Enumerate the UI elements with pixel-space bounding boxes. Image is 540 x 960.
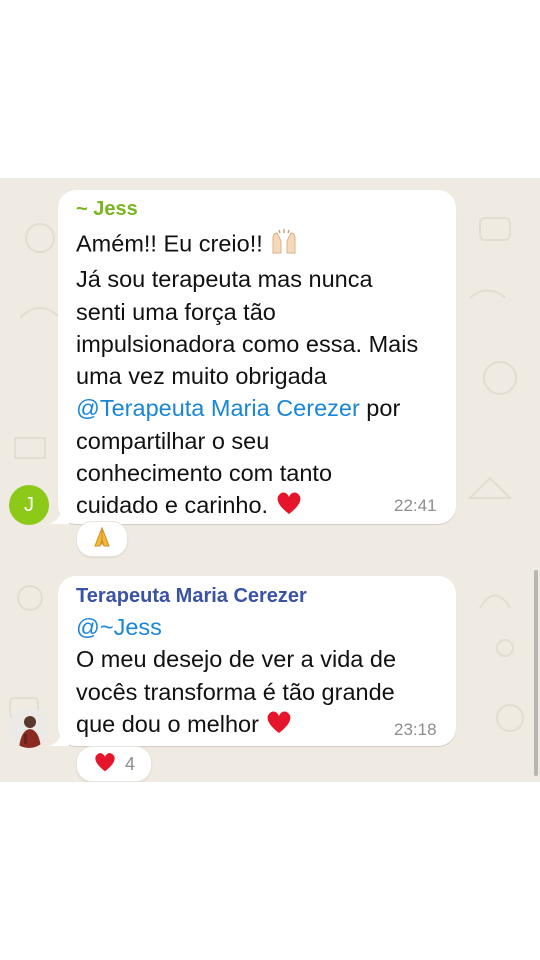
avatar-jess[interactable]: J <box>9 485 49 525</box>
message-time: 22:41 <box>394 496 437 515</box>
mention-link[interactable]: @~Jess <box>76 614 162 640</box>
message-text: @~Jess O meu desejo de ver a vida de voc… <box>76 611 446 743</box>
message-text-part: Já sou terapeuta mas nunca senti uma for… <box>76 266 419 390</box>
raised-hands-icon <box>269 227 299 263</box>
reaction-count: 4 <box>124 753 135 774</box>
scrollbar[interactable] <box>534 570 538 776</box>
avatar-maria[interactable] <box>9 708 49 748</box>
mention-link[interactable]: @Terapeuta Maria Cerezer <box>76 395 360 421</box>
heart-icon <box>275 490 303 524</box>
bubble-tail <box>49 508 69 524</box>
folded-hands-icon <box>90 525 114 554</box>
message-text: Amém!! Eu creio!! Já sou terapeuta mas n… <box>76 227 446 524</box>
reaction-badge[interactable] <box>76 521 128 557</box>
bubble-tail <box>49 730 69 746</box>
sender-name[interactable]: ~ Jess <box>76 198 138 221</box>
avatar-initial: J <box>24 493 34 516</box>
heart-icon <box>265 709 293 743</box>
reaction-badge[interactable]: 4 <box>76 746 152 782</box>
heart-icon <box>93 751 117 778</box>
chat-area[interactable]: J ~ Jess Amém!! Eu creio!! Já sou terape… <box>0 178 540 782</box>
message-text-part: Amém!! Eu creio!! <box>76 230 270 257</box>
profile-photo-icon <box>9 708 49 748</box>
message-text-part: O meu desejo de ver a vida de vocês tran… <box>76 646 397 737</box>
sender-name[interactable]: Terapeuta Maria Cerezer <box>76 585 307 608</box>
message-time: 23:18 <box>394 720 437 739</box>
